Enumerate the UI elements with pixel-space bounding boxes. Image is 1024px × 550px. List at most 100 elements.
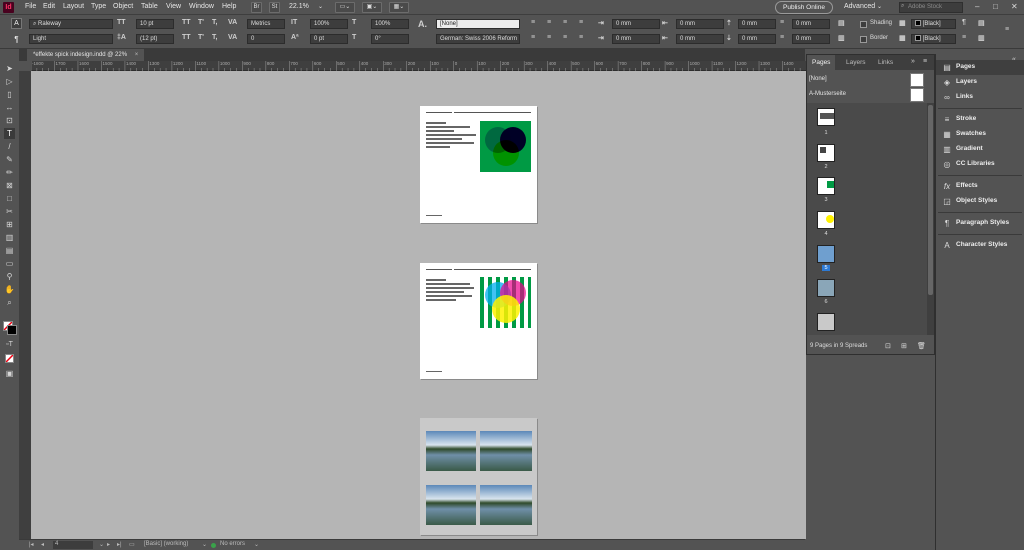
- horizontal-scale-field[interactable]: 100%: [371, 19, 409, 29]
- skew-field[interactable]: 0°: [371, 34, 409, 44]
- tracking-field[interactable]: 0: [247, 34, 285, 44]
- maximize-icon[interactable]: □: [993, 2, 998, 11]
- page-chevron-icon[interactable]: ⌄: [99, 541, 104, 548]
- vertical-scale-field[interactable]: 100%: [310, 19, 348, 29]
- document-tab[interactable]: *effekte spick indesign.indd @ 22% ×: [27, 49, 145, 61]
- eyedropper-tool-icon[interactable]: ⚲: [4, 271, 15, 282]
- close-tab-icon[interactable]: ×: [135, 52, 139, 58]
- drop-cap-chars-field[interactable]: 0 mm: [792, 34, 830, 44]
- collapse-panel-icon[interactable]: »: [911, 58, 915, 65]
- master-a[interactable]: A-Musterseite: [807, 87, 934, 103]
- align-left-icon[interactable]: ≡: [531, 19, 535, 26]
- character-formatting-icon[interactable]: A: [11, 18, 22, 29]
- workspace-switcher[interactable]: Advanced: [844, 3, 875, 10]
- dock-item-swatches[interactable]: ▦ Swatches: [936, 127, 1024, 142]
- apply-none-icon[interactable]: [5, 354, 14, 363]
- leading-field[interactable]: (12 pt): [136, 34, 174, 44]
- border-settings-icon[interactable]: ▦: [899, 34, 906, 42]
- align-towards-spine-icon[interactable]: ≡: [579, 19, 583, 26]
- columns-icon[interactable]: ▥: [978, 34, 985, 42]
- menu-view[interactable]: View: [166, 3, 181, 10]
- new-page-icon[interactable]: ⊞: [901, 342, 907, 350]
- bridge-button[interactable]: Br: [251, 2, 262, 13]
- pasteboard[interactable]: [31, 71, 806, 539]
- tab-layers[interactable]: Layers: [841, 55, 871, 70]
- shading-swatch-field[interactable]: [Black]: [911, 19, 956, 29]
- character-style-field[interactable]: [None]: [436, 19, 520, 29]
- superscript-button[interactable]: T': [198, 19, 204, 26]
- document-page-3[interactable]: [420, 418, 537, 535]
- last-page-icon[interactable]: ▸|: [117, 541, 122, 548]
- dock-item-paragraph-styles[interactable]: ¶ Paragraph Styles: [936, 216, 1024, 231]
- rectangle-frame-tool-icon[interactable]: ⊠: [4, 180, 15, 191]
- menu-edit[interactable]: Edit: [43, 3, 55, 10]
- page-thumbnail[interactable]: [817, 279, 835, 297]
- dock-item-layers[interactable]: ◈ Layers: [936, 75, 1024, 90]
- dock-item-character-styles[interactable]: A Character Styles: [936, 238, 1024, 253]
- document-page-1[interactable]: [420, 106, 537, 223]
- arrange-documents-button[interactable]: ▦⌄: [389, 2, 409, 13]
- workspace-chevron-icon[interactable]: ⌄: [877, 3, 882, 10]
- page-tool-icon[interactable]: ▯: [4, 89, 15, 100]
- space-before-field[interactable]: 0 mm: [738, 19, 776, 29]
- zoom-tool-icon[interactable]: ⌕: [4, 297, 15, 308]
- menu-layout[interactable]: Layout: [63, 3, 84, 10]
- first-line-indent-field[interactable]: 0 mm: [612, 34, 660, 44]
- page-list-scrollbar[interactable]: [927, 103, 934, 335]
- small-caps-button[interactable]: TT: [182, 34, 191, 41]
- page-thumbnail[interactable]: [817, 177, 835, 195]
- panel-menu-icon[interactable]: ≡: [923, 58, 927, 65]
- paragraph-formatting-icon[interactable]: ¶: [11, 34, 22, 45]
- align-center-icon[interactable]: ≡: [547, 19, 551, 26]
- strikethrough-button[interactable]: T,: [212, 34, 217, 41]
- view-options-button[interactable]: ▭⌄: [335, 2, 355, 13]
- grid-align-icon[interactable]: ▥: [838, 34, 845, 42]
- dock-item-object-styles[interactable]: ◲ Object Styles: [936, 194, 1024, 209]
- tab-pages[interactable]: Pages: [807, 55, 836, 70]
- publish-online-button[interactable]: Publish Online: [775, 1, 833, 14]
- zoom-level[interactable]: 22.1%: [289, 3, 309, 10]
- dock-item-pages[interactable]: ▤ Pages: [936, 60, 1024, 75]
- baseline-shift-field[interactable]: 0 pt: [310, 34, 348, 44]
- page-thumbnail[interactable]: [817, 108, 835, 126]
- stock-search-input[interactable]: Adobe Stock: [899, 2, 963, 13]
- open-page-icon[interactable]: ▭: [129, 541, 135, 548]
- profile-chevron-icon[interactable]: ⌄: [202, 541, 207, 548]
- all-caps-button[interactable]: TT: [182, 19, 191, 26]
- gap-tool-icon[interactable]: ↔: [4, 102, 15, 113]
- line-tool-icon[interactable]: /: [4, 141, 15, 152]
- menu-table[interactable]: Table: [141, 3, 158, 10]
- type-tool-icon[interactable]: T: [4, 128, 15, 139]
- close-window-icon[interactable]: ✕: [1011, 2, 1018, 11]
- page-thumbnail[interactable]: [817, 211, 835, 229]
- frame-options-icon[interactable]: ▤: [978, 19, 985, 27]
- pencil-tool-icon[interactable]: ✏: [4, 167, 15, 178]
- edit-page-size-icon[interactable]: ⊡: [885, 342, 891, 350]
- dock-item-cc-libraries[interactable]: ◎ CC Libraries: [936, 157, 1024, 172]
- kerning-field[interactable]: Metrics: [247, 19, 285, 29]
- note-tool-icon[interactable]: ▭: [4, 258, 15, 269]
- preflight-chevron-icon[interactable]: ⌄: [254, 541, 259, 548]
- font-family-field[interactable]: ⌕ Raleway: [29, 19, 113, 29]
- panel-options-icon[interactable]: ≡: [962, 34, 966, 41]
- hand-tool-icon[interactable]: ✋: [4, 284, 15, 295]
- justify-all-icon[interactable]: ≡: [579, 34, 583, 41]
- previous-page-icon[interactable]: ◂: [41, 541, 44, 548]
- menu-type[interactable]: Type: [91, 3, 106, 10]
- menu-object[interactable]: Object: [113, 3, 133, 10]
- menu-help[interactable]: Help: [222, 3, 236, 10]
- direct-selection-tool-icon[interactable]: ▷: [4, 76, 15, 87]
- gradient-swatch-tool-icon[interactable]: ▥: [4, 232, 15, 243]
- page-thumbnails-list[interactable]: 1 2 3 4 5 6: [807, 103, 927, 335]
- page-thumbnail[interactable]: [817, 144, 835, 162]
- space-after-field[interactable]: 0 mm: [738, 34, 776, 44]
- justify-right-icon[interactable]: ≡: [563, 34, 567, 41]
- dock-item-links[interactable]: ∞ Links: [936, 90, 1024, 105]
- preflight-errors-label[interactable]: No errors: [220, 541, 245, 547]
- paragraph-style-icon[interactable]: ¶: [962, 19, 966, 26]
- border-checkbox[interactable]: [860, 36, 867, 43]
- last-line-indent-field[interactable]: 0 mm: [676, 34, 724, 44]
- page-thumbnail-selected[interactable]: [817, 245, 835, 263]
- delete-page-icon[interactable]: 🗑: [917, 342, 926, 350]
- subscript-button[interactable]: T': [198, 34, 204, 41]
